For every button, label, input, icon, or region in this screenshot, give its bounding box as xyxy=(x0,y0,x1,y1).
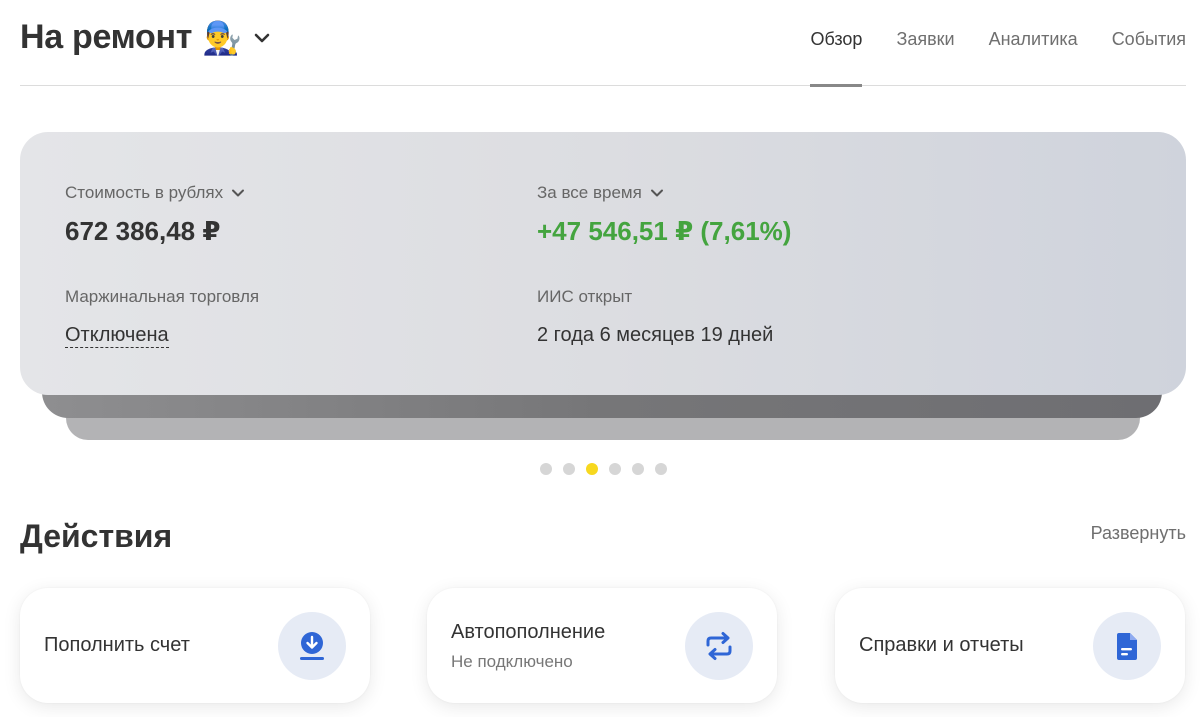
account-name: На ремонт xyxy=(20,18,193,56)
carousel-dot[interactable] xyxy=(655,463,667,475)
action-title: Пополнить счет xyxy=(44,634,190,656)
profit-value: +47 546,51 ₽ (7,61%) xyxy=(537,216,792,246)
document-icon xyxy=(1093,612,1161,680)
carousel-dot[interactable] xyxy=(609,463,621,475)
action-autopay[interactable]: Автопополнение Не подключено xyxy=(427,588,777,703)
chevron-down-icon xyxy=(232,189,245,197)
chevron-down-icon xyxy=(254,33,270,42)
carousel-dot[interactable] xyxy=(632,463,644,475)
download-icon xyxy=(278,612,346,680)
portfolio-value: 672 386,48 ₽ xyxy=(65,216,221,246)
carousel-dot[interactable] xyxy=(540,463,552,475)
expand-link[interactable]: Развернуть xyxy=(1091,523,1186,544)
tab-events[interactable]: События xyxy=(1112,0,1186,86)
tab-bar: Обзор Заявки Аналитика События xyxy=(810,0,1186,87)
carousel-dot-active[interactable] xyxy=(586,463,598,475)
repeat-icon xyxy=(685,612,753,680)
margin-status-link[interactable]: Отключена xyxy=(65,324,169,348)
carousel-dot[interactable] xyxy=(563,463,575,475)
carousel-pagination xyxy=(540,463,667,475)
iis-duration: 2 года 6 месяцев 19 дней xyxy=(537,324,774,346)
period-selector[interactable]: За все время xyxy=(537,183,664,203)
header: На ремонт 👨‍🔧 Обзор Заявки Аналитика Соб… xyxy=(20,0,1186,87)
action-title: Автопополнение xyxy=(451,621,606,643)
value-label: Стоимость в рублях xyxy=(65,183,224,202)
account-selector[interactable]: На ремонт 👨‍🔧 xyxy=(20,18,272,57)
period-label: За все время xyxy=(537,183,642,202)
chevron-down-icon xyxy=(650,189,663,197)
tab-overview[interactable]: Обзор xyxy=(810,0,863,87)
tab-orders[interactable]: Заявки xyxy=(896,0,954,86)
actions-title: Действия xyxy=(20,518,173,554)
action-reports[interactable]: Справки и отчеты xyxy=(835,588,1185,703)
overview-card[interactable]: Стоимость в рублях 672 386,48 ₽ За все в… xyxy=(20,132,1186,395)
action-subtitle: Не подключено xyxy=(451,652,573,671)
margin-label: Маржинальная торговля xyxy=(65,287,260,306)
mechanic-emoji-icon: 👨‍🔧 xyxy=(202,19,242,56)
action-top-up[interactable]: Пополнить счет xyxy=(20,588,370,703)
value-currency-selector[interactable]: Стоимость в рублях xyxy=(65,183,245,203)
tab-analytics[interactable]: Аналитика xyxy=(989,0,1078,86)
action-title: Справки и отчеты xyxy=(859,634,1024,656)
iis-label: ИИС открыт xyxy=(537,287,633,306)
